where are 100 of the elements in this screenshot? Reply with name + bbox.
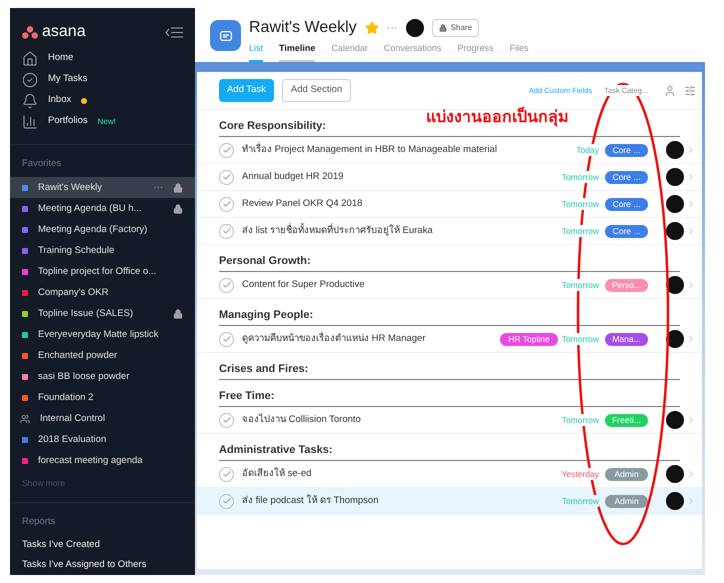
favorite-item[interactable]: Training Schedule	[10, 240, 195, 262]
due-date: Today	[576, 144, 599, 156]
favorite-item[interactable]: forecast meeting agenda	[10, 450, 195, 472]
favorite-item[interactable]: Meeting Agenda (Factory)	[10, 219, 195, 240]
favorite-item[interactable]: Foundation 2	[10, 387, 195, 408]
task-name: จองไปงาน Colliision Toronto	[242, 412, 362, 427]
nav-label: Inbox	[48, 93, 72, 108]
complete-checkbox[interactable]	[219, 196, 234, 212]
due-date: Tomorrow	[562, 198, 599, 210]
home-icon	[22, 50, 38, 66]
due-date: Tomorrow	[562, 332, 599, 346]
check-icon	[222, 145, 232, 155]
favorite-label: Internal Control	[40, 412, 106, 426]
favorites-heading: Favorites	[21, 157, 62, 171]
share-button[interactable]: Share	[432, 19, 480, 37]
logo-icon	[22, 26, 38, 38]
lock-icon	[438, 24, 447, 32]
avatar	[666, 141, 684, 159]
category-tag: Freeti...	[605, 414, 648, 426]
favorite-label: sasi BB loose powder	[38, 370, 130, 384]
category-tag: Core ...	[605, 224, 648, 238]
favorite-item[interactable]: Internal Control	[10, 408, 195, 430]
avatar	[406, 19, 424, 37]
favorite-item[interactable]: Company's OKR	[10, 282, 195, 304]
favorite-item[interactable]: Everyeveryday Matte lipstick	[10, 324, 195, 346]
avatar	[666, 492, 684, 510]
project-icon	[210, 20, 241, 51]
section-header[interactable]: Crises and Fires:	[219, 359, 680, 380]
complete-checkbox[interactable]	[219, 278, 234, 292]
category-tag: Core ...	[605, 170, 648, 184]
person-icon[interactable]	[664, 84, 676, 96]
complete-checkbox[interactable]	[219, 494, 234, 508]
logo-text: asana	[42, 24, 86, 40]
favorite-item[interactable]: Topline Issue (SALES)	[10, 303, 195, 324]
check-icon	[222, 334, 232, 344]
favorite-item[interactable]: Rawit's Weekly ···	[10, 177, 195, 198]
avatar	[666, 195, 684, 213]
nav-label: Portfolios	[48, 114, 88, 128]
report-link[interactable]: Tasks I've Created	[10, 535, 195, 556]
favorite-item[interactable]: Enchanted powder	[10, 345, 195, 366]
bar-chart-icon	[22, 114, 38, 130]
favorite-item[interactable]: 2018 Evaluation	[10, 429, 195, 450]
category-tag: Admin	[605, 468, 648, 480]
due-date: Yesterday	[562, 468, 599, 480]
favorite-item[interactable]: Meeting Agenda (BU h...	[10, 198, 195, 220]
complete-checkbox[interactable]	[219, 142, 234, 158]
check-icon	[222, 172, 232, 182]
favorite-label: 2018 Evaluation	[38, 432, 108, 447]
avatar	[666, 222, 684, 240]
category-tag: Admin	[605, 494, 648, 508]
task-name: อัดเสียงให้ se-ed	[242, 466, 312, 481]
avatar	[666, 168, 684, 186]
check-icon	[222, 199, 232, 209]
task-name: ส่ง list รายชื่อทั้งหมดที่ประกาศรับอยู่ให้ Euraka	[242, 224, 434, 238]
collapse-menu-icon[interactable]	[165, 26, 183, 38]
complete-checkbox[interactable]	[219, 332, 234, 346]
favorite-label: Training Schedule	[38, 244, 116, 258]
team-icon	[20, 414, 30, 424]
sliders-icon[interactable]	[684, 84, 696, 96]
check-icon	[222, 226, 232, 236]
task-name: ส่ง file podcast ให้ ดร Thompson	[242, 494, 380, 508]
favorite-label: Enchanted powder	[38, 348, 118, 363]
check-icon	[222, 496, 232, 506]
complete-checkbox[interactable]	[219, 224, 234, 238]
complete-checkbox[interactable]	[219, 170, 234, 184]
add-section-button[interactable]: Add Section	[282, 79, 352, 102]
avatar	[666, 411, 684, 429]
star-icon[interactable]	[364, 21, 379, 35]
nav-item[interactable]: Portfolios New!	[10, 111, 195, 132]
favorite-label: Rawit's Weekly	[38, 180, 103, 195]
nav-label: Home	[48, 51, 74, 66]
task-name: Annual budget HR 2019	[242, 170, 344, 184]
favorite-label: Company's OKR	[38, 286, 110, 300]
complete-checkbox[interactable]	[219, 412, 234, 428]
new-label: New!	[98, 116, 116, 128]
nav-item[interactable]: Home	[10, 48, 195, 69]
task-row[interactable]: ส่ง file podcast ให้ ดร Thompson Tomorrow Admin	[197, 488, 702, 515]
nav-item[interactable]: Inbox	[10, 90, 195, 111]
project-title: Rawit's Weekly	[249, 18, 357, 38]
nav-item[interactable]: My Tasks	[10, 69, 195, 90]
due-date: Tomorrow	[562, 170, 599, 184]
task-name: Review Panel OKR Q4 2018	[242, 196, 364, 211]
nav-label: My Tasks	[48, 72, 88, 86]
favorite-label: Foundation 2	[38, 390, 94, 405]
favorite-label: Everyeveryday Matte lipstick	[38, 328, 160, 342]
favorite-label: forecast meeting agenda	[38, 454, 144, 468]
more-button[interactable]: ···	[154, 180, 163, 195]
label-tag: HR Topline	[500, 332, 558, 346]
favorite-item[interactable]: sasi BB loose powder	[10, 366, 195, 388]
check-icon	[222, 415, 232, 425]
avatar	[666, 465, 684, 483]
due-date: Tomorrow	[562, 414, 599, 426]
task-name: Content for Super Productive	[242, 278, 366, 292]
reports-heading: Reports	[21, 515, 56, 529]
category-tag: Core ...	[605, 198, 648, 210]
category-tag: Core ...	[605, 144, 648, 156]
report-link[interactable]: Tasks I've Assigned to Others	[10, 555, 195, 575]
favorite-item[interactable]: Topline project for Office o...	[10, 261, 195, 282]
category-tag: Perso...	[605, 278, 648, 292]
complete-checkbox[interactable]	[219, 466, 234, 482]
